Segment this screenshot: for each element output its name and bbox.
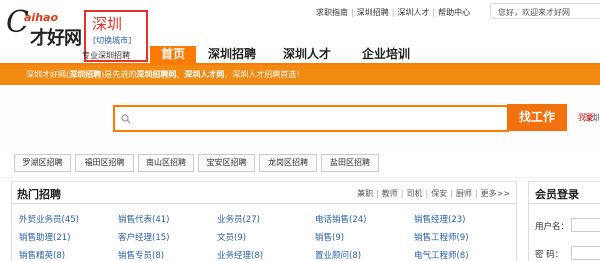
login-title: 会员登录	[535, 188, 579, 201]
job-link[interactable]: 电气工程师(8)	[414, 249, 469, 261]
job-link[interactable]: 销售(9)	[315, 231, 344, 243]
category-part-time[interactable]: 兼职	[357, 189, 373, 198]
banner-keyword-recruit[interactable]: 深圳招聘	[69, 70, 101, 79]
member-login-panel: 会员登录 用户名： 密 码：	[528, 181, 600, 261]
intro-banner: 深圳才好网(深圳招聘)是先进的深圳招聘网、深圳人才网，深圳人才招聘首选！	[0, 63, 600, 85]
banner-text-4: ，深圳人才招聘首选！	[224, 70, 305, 79]
banner-text-2: )是先进的	[101, 70, 137, 79]
district-nanshan[interactable]: 南山区招聘	[138, 154, 194, 172]
logo-mark: aihao	[24, 11, 59, 24]
job-search-input[interactable]	[137, 109, 467, 128]
welcome-box: 您好，欢迎来才好网	[490, 3, 600, 19]
job-link[interactable]: 销售精英(8)	[19, 249, 65, 261]
category-driver[interactable]: 司机	[406, 189, 422, 198]
top-link-talent[interactable]: 深圳人才	[397, 8, 429, 17]
nav-tab-training[interactable]: 企业培训	[350, 46, 422, 63]
password-field[interactable]	[571, 246, 600, 260]
job-link[interactable]: 销售工程师(9)	[414, 231, 469, 243]
site-tagline: 专业深圳招聘	[82, 51, 130, 60]
job-link[interactable]: 业务员(27)	[217, 213, 260, 225]
hot-jobs-categories: 兼职 | 教师 | 司机 | 保安 | 厨师 | 更多>>	[357, 189, 510, 198]
job-link[interactable]: 文员(9)	[217, 231, 246, 243]
job-link[interactable]: 置业顾问(8)	[315, 249, 361, 261]
top-link-recruit[interactable]: 深圳招聘	[357, 8, 389, 17]
district-longgang[interactable]: 龙岗区招聘	[259, 154, 317, 172]
banner-keyword-recruit-site[interactable]: 深圳招聘网	[136, 70, 176, 79]
category-teacher[interactable]: 教师	[382, 189, 398, 198]
job-link[interactable]: 客户经理(15)	[118, 231, 169, 243]
district-yantian[interactable]: 盐田区招聘	[321, 154, 379, 172]
category-security[interactable]: 保安	[431, 189, 447, 198]
hot-jobs-header: 热门招聘 兼职 | 教师 | 司机 | 保安 | 厨师 | 更多>>	[12, 182, 516, 204]
username-label: 用户名：	[535, 222, 570, 232]
category-chef[interactable]: 厨师	[456, 189, 472, 198]
login-header: 会员登录	[529, 182, 600, 204]
district-luohu[interactable]: 罗湖区招聘	[14, 154, 71, 172]
username-field[interactable]	[571, 218, 600, 232]
district-baoan[interactable]: 宝安区招聘	[198, 154, 255, 172]
job-link[interactable]: 销售代表(41)	[118, 213, 169, 225]
job-link[interactable]: 业务经理(8)	[217, 249, 263, 261]
site-logo[interactable]: C aihao 才好网	[6, 8, 84, 50]
hot-jobs-title: 热门招聘	[17, 188, 61, 201]
top-link-job-guide[interactable]: 求职指南	[316, 8, 348, 17]
job-link[interactable]: 销售专员(8)	[118, 249, 164, 261]
site-header: C aihao 才好网 深圳 [切换城市] 专业深圳招聘 求职指南 | 深圳招聘 | 深…	[0, 0, 600, 63]
password-label: 密 码：	[535, 250, 564, 260]
job-link[interactable]: 销售助理(21)	[19, 231, 70, 243]
job-link[interactable]: 外贸业务员(45)	[19, 213, 79, 225]
current-city: 深圳	[92, 15, 123, 33]
top-links: 求职指南 | 深圳招聘 | 深圳人才 | 帮助中心	[316, 8, 471, 17]
search-box: 深圳	[113, 105, 600, 132]
nav-tab-home[interactable]: 首页	[150, 46, 196, 63]
search-icon	[121, 114, 131, 124]
nav-tab-recruit[interactable]: 深圳招聘	[198, 46, 266, 63]
nav-tab-talent[interactable]: 深圳人才	[272, 46, 342, 63]
category-more[interactable]: 更多>>	[481, 189, 510, 198]
district-futian[interactable]: 福田区招聘	[75, 154, 134, 172]
post-resume-link[interactable]: 我要	[578, 112, 594, 123]
logo-chinese: 才好网	[30, 28, 82, 49]
job-link[interactable]: 销售经理(23)	[414, 213, 465, 225]
top-link-help[interactable]: 帮助中心	[438, 8, 470, 17]
section-divider	[0, 177, 600, 178]
switch-city-link[interactable]: [切换城市]	[93, 35, 131, 46]
banner-keyword-talent-site[interactable]: 深圳人才网	[184, 70, 224, 79]
hot-jobs-panel: 热门招聘 兼职 | 教师 | 司机 | 保安 | 厨师 | 更多>> 外贸业务员(45) 销售代表(…	[11, 181, 517, 261]
job-link[interactable]: 电话销售(24)	[315, 213, 366, 225]
banner-text-1: 深圳才好网(	[26, 70, 70, 79]
find-job-button[interactable]: 找工作	[507, 104, 567, 131]
